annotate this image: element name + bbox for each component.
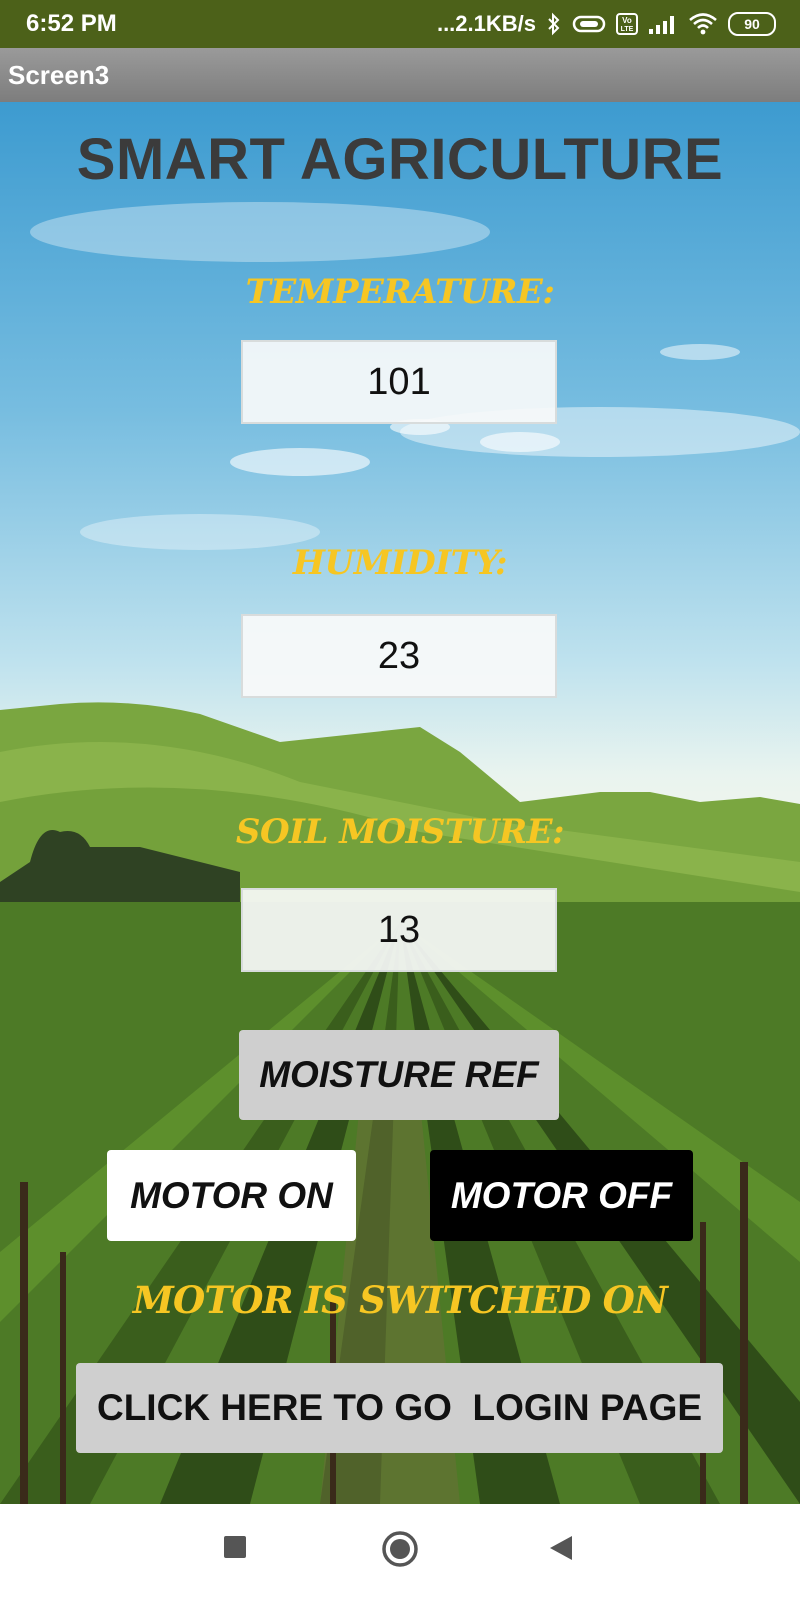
screen-title: Screen3	[8, 60, 110, 90]
home-circle-icon[interactable]	[381, 1530, 419, 1568]
bluetooth-icon	[546, 12, 562, 36]
recents-square-icon[interactable]	[222, 1534, 248, 1560]
status-time: 6:52 PM	[26, 10, 117, 37]
svg-text:Vo: Vo	[622, 16, 632, 25]
vibrate-icon	[572, 14, 606, 34]
motor-status-message: MOTOR IS SWITCHED ON	[132, 1278, 668, 1322]
motor-on-button[interactable]: MOTOR ON	[107, 1150, 356, 1241]
humidity-value-box[interactable]: 23	[241, 614, 557, 698]
back-triangle-icon[interactable]	[548, 1534, 574, 1562]
app-title: SMART AGRICULTURE	[76, 127, 724, 192]
volte-icon: Vo LTE	[616, 13, 638, 35]
svg-text:LTE: LTE	[621, 26, 634, 33]
temperature-label: TEMPERATURE:	[245, 272, 555, 312]
temperature-value-box[interactable]: 101	[241, 340, 557, 424]
soil-moisture-value-box[interactable]: 13	[241, 888, 557, 972]
motor-off-button[interactable]: MOTOR OFF	[430, 1150, 693, 1241]
wifi-icon	[688, 12, 718, 36]
status-icons: ...2.1KB/s Vo LTE 90	[437, 10, 776, 38]
login-page-button[interactable]: CLICK HERE TO GO LOGIN PAGE	[76, 1363, 723, 1453]
moisture-ref-button[interactable]: MOISTURE REF	[239, 1030, 559, 1120]
battery-icon: 90	[728, 12, 776, 36]
navigation-bar	[0, 1504, 800, 1600]
title-bar: Screen3	[0, 48, 800, 102]
humidity-label: HUMIDITY:	[292, 543, 508, 583]
status-bar: 6:52 PM ...2.1KB/s Vo LTE 90	[0, 0, 800, 48]
network-speed: ...2.1KB/s	[436, 11, 536, 36]
signal-icon	[648, 13, 678, 35]
soil-moisture-label: SOIL MOISTURE:	[235, 812, 565, 852]
